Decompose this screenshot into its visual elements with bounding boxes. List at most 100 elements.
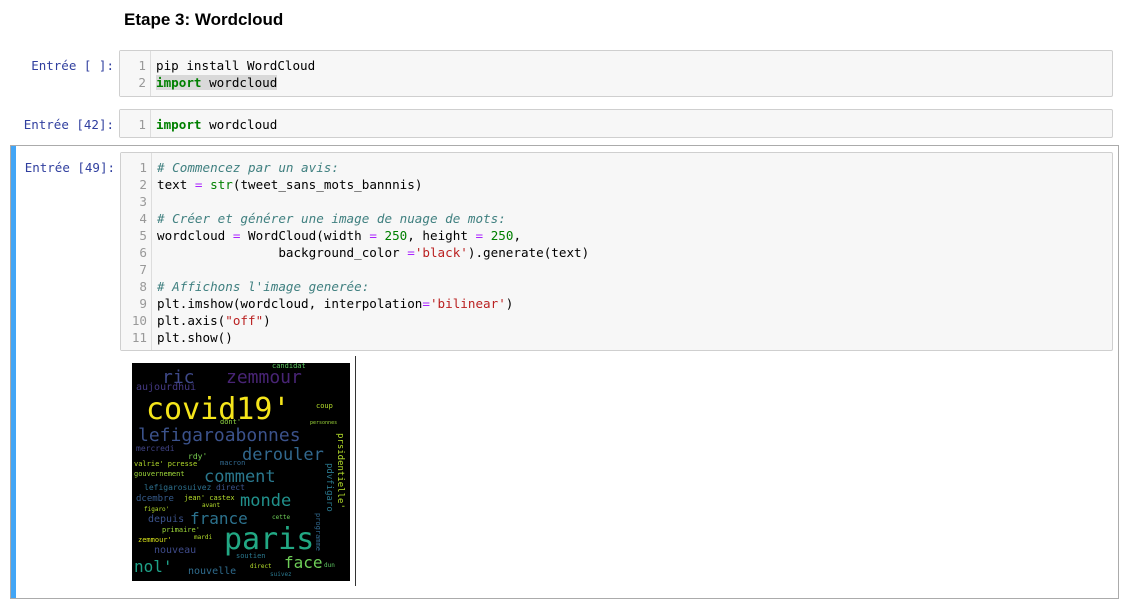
code-token: = <box>475 228 484 243</box>
code-line[interactable]: 1 import wordcloud <box>120 116 277 133</box>
wordcloud-word: jean' castex <box>184 494 235 502</box>
wordcloud-word: lefigarosuivez <box>144 483 212 492</box>
code-token: = <box>422 296 430 311</box>
code-line[interactable]: 7 <box>121 261 589 278</box>
code-editor[interactable]: 1 # Commencez par un avis: 2 text = str(twe… <box>120 152 1113 351</box>
wordcloud-word: cette <box>272 514 291 521</box>
code-token: pip install WordCloud <box>156 58 316 73</box>
code-token: wordcloud <box>201 75 278 90</box>
code-token: str <box>210 177 233 192</box>
wordcloud-word: lefigaroabonnes <box>138 425 301 446</box>
wordcloud-word: programme <box>314 513 322 551</box>
code-line[interactable]: 1 # Commencez par un avis: <box>121 159 589 176</box>
cell-prompt: Entrée [42]: <box>23 117 114 132</box>
code-token: ) <box>263 313 271 328</box>
code-line[interactable]: 6 background_color ='black').generate(te… <box>121 244 589 261</box>
wordcloud-word: face <box>284 553 323 572</box>
cell-prompt: Entrée [ ]: <box>31 58 114 73</box>
code-token: # Créer et générer une image de nuage de… <box>157 211 506 226</box>
wordcloud-word: valrie' pcresse <box>134 460 198 468</box>
line-number: 7 <box>139 262 147 277</box>
line-number: 9 <box>139 296 147 311</box>
cell-prompt: Entrée [49]: <box>24 160 115 175</box>
line-number: 2 <box>138 75 146 90</box>
wordcloud-word: coup <box>316 402 333 410</box>
line-number: 6 <box>139 245 147 260</box>
code-token: plt.axis( <box>157 313 226 328</box>
wordcloud-word: primaire' <box>162 526 200 534</box>
code-token: # Affichons l'image generée: <box>157 279 370 294</box>
wordcloud-word: rdy' <box>188 452 208 461</box>
code-token: wordcloud <box>201 117 278 132</box>
wordcloud-word: candidat <box>272 363 306 370</box>
code-token: = <box>194 177 203 192</box>
code-token: # Commencez par un avis: <box>157 160 339 175</box>
wordcloud-word: zemmour <box>226 367 302 388</box>
code-line[interactable]: 10 plt.axis("off") <box>121 312 589 329</box>
wordcloud-word: covid19' <box>146 392 291 427</box>
wordcloud-word: france <box>190 509 248 528</box>
wordcloud-word: derouler <box>242 445 324 465</box>
line-number: 1 <box>138 58 146 73</box>
code-token: import <box>156 117 202 132</box>
code-token: background_color <box>157 245 408 260</box>
code-token: plt.show() <box>157 330 233 345</box>
wordcloud-word: dun <box>324 562 335 569</box>
code-line[interactable]: 4 # Créer et générer une image de nuage d… <box>121 210 589 227</box>
line-number: 3 <box>139 194 147 209</box>
code-token: text <box>157 177 195 192</box>
selected-cell-indicator <box>11 146 16 598</box>
wordcloud-word: suivez <box>270 571 292 578</box>
line-number: 8 <box>139 279 147 294</box>
code-line[interactable]: 2 import wordcloud <box>120 74 315 91</box>
code-editor[interactable]: 1 pip install WordCloud 2 import wordcloud <box>119 50 1113 97</box>
code-token: 'bilinear' <box>429 296 506 311</box>
wordcloud-word: avant <box>202 502 221 509</box>
code-token: 250 <box>384 228 408 243</box>
wordcloud-word: dont' <box>220 418 242 426</box>
wordcloud-word: nouvelle <box>188 566 237 577</box>
code-token: = <box>369 228 377 243</box>
wordcloud-word: dcembre <box>136 494 174 504</box>
code-line[interactable]: 9 plt.imshow(wordcloud, interpolation='bi… <box>121 295 589 312</box>
code-line[interactable]: 5 wordcloud = WordCloud(width = 250, heig… <box>121 227 589 244</box>
code-token: import <box>156 75 202 90</box>
code-cell-3-selected[interactable]: Entrée [49]: 1 # Commencez par un avis: 2 t… <box>10 145 1119 599</box>
code-token: , height <box>407 228 476 243</box>
wordcloud-word: personnes <box>310 420 338 426</box>
code-cell-1[interactable]: Entrée [ ]: 1 pip install WordCloud 2 impor… <box>10 50 1118 97</box>
code-token: "off" <box>225 313 264 328</box>
code-token: ) <box>505 296 514 311</box>
wordcloud-word: depuis <box>148 514 185 525</box>
code-line[interactable]: 8 # Affichons l'image generée: <box>121 278 589 295</box>
wordcloud-word: soutien <box>236 552 266 560</box>
line-number: 1 <box>138 117 146 132</box>
wordcloud-word: pdvfigaro <box>324 463 334 512</box>
wordcloud-word: direct <box>216 483 245 492</box>
code-editor[interactable]: 1 import wordcloud <box>119 109 1113 138</box>
line-number: 1 <box>139 160 147 175</box>
wordcloud-word: paris <box>224 522 315 557</box>
line-number: 5 <box>139 228 147 243</box>
code-line[interactable]: 11 plt.show() <box>121 329 589 346</box>
line-number: 11 <box>131 330 147 345</box>
wordcloud-word: monde <box>240 491 292 511</box>
wordcloud-word: gouvernement <box>134 470 185 478</box>
wordcloud-word: mardi <box>194 534 213 541</box>
code-cell-2[interactable]: Entrée [42]: 1 import wordcloud <box>10 109 1118 138</box>
code-token: ).generate(text) <box>467 245 590 260</box>
code-line[interactable]: 3 <box>121 193 589 210</box>
code-token: = <box>407 245 415 260</box>
line-number: 2 <box>139 177 147 192</box>
wordcloud-word: zemmour' <box>138 536 172 544</box>
code-token: 'black' <box>414 245 468 260</box>
wordcloud-word: nol' <box>134 557 173 576</box>
wordcloud-word: mercredi <box>136 444 175 453</box>
wordcloud-word: prsidentielle' <box>335 433 345 509</box>
code-token: , <box>513 228 522 243</box>
code-line[interactable]: 1 pip install WordCloud <box>120 57 315 74</box>
code-line[interactable]: 2 text = str(tweet_sans_mots_bannnis) <box>121 176 589 193</box>
